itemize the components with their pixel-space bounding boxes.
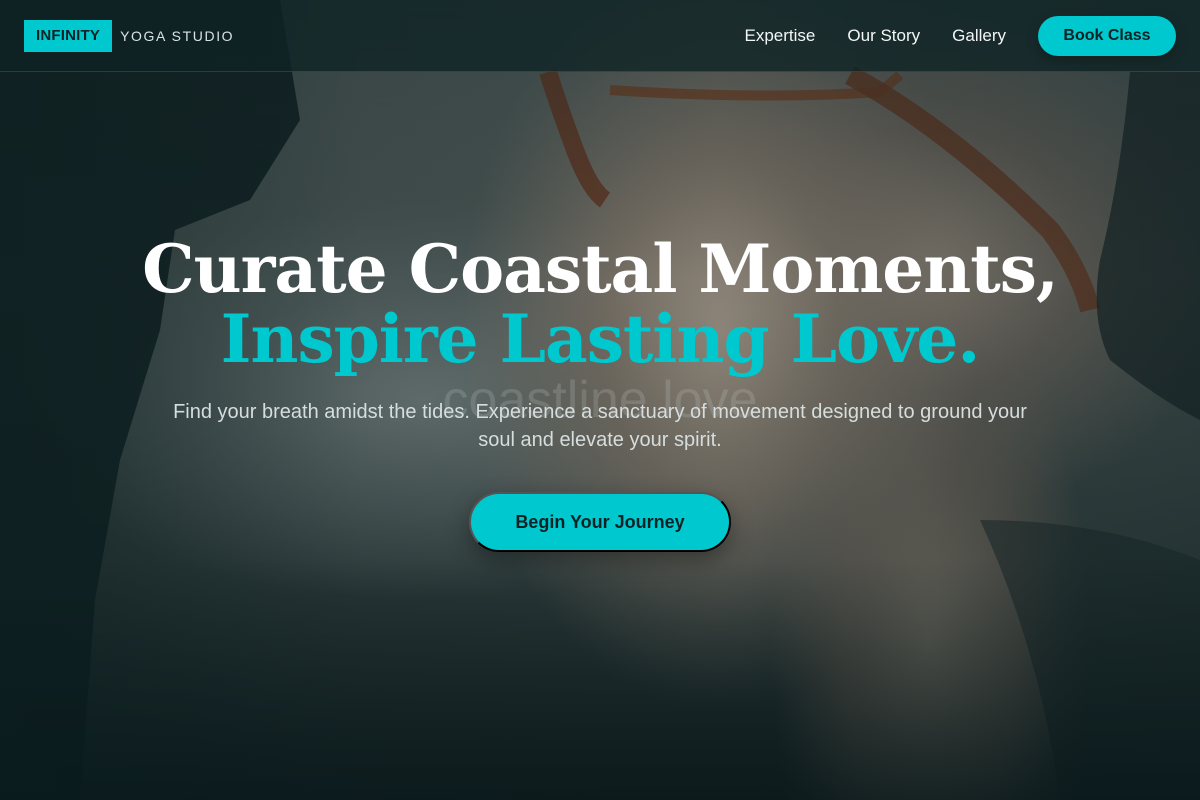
nav-link-gallery[interactable]: Gallery [952, 26, 1006, 46]
site-header: INFINITY YOGA STUDIO Expertise Our Story… [0, 0, 1200, 72]
nav-link-expertise[interactable]: Expertise [745, 26, 816, 46]
book-class-button[interactable]: Book Class [1038, 15, 1176, 56]
hero-section: coastline love Curate Coastal Moments, I… [0, 234, 1200, 552]
main-nav: Expertise Our Story Gallery Book Class [745, 15, 1176, 56]
hero-headline-line1: Curate Coastal Moments, [142, 230, 1059, 308]
page: INFINITY YOGA STUDIO Expertise Our Story… [0, 0, 1200, 800]
hero-headline-line2: Inspire Lasting Love. [220, 300, 981, 378]
nav-link-our-story[interactable]: Our Story [847, 26, 920, 46]
brand-subtitle: YOGA STUDIO [120, 27, 235, 44]
begin-journey-button[interactable]: Begin Your Journey [469, 492, 731, 552]
hero-subtitle: Find your breath amidst the tides. Exper… [173, 401, 1027, 451]
hero-headline: Curate Coastal Moments, Inspire Lasting … [0, 234, 1200, 374]
brand-logo-link[interactable]: INFINITY YOGA STUDIO [24, 19, 235, 52]
brand-name: INFINITY [24, 19, 113, 52]
